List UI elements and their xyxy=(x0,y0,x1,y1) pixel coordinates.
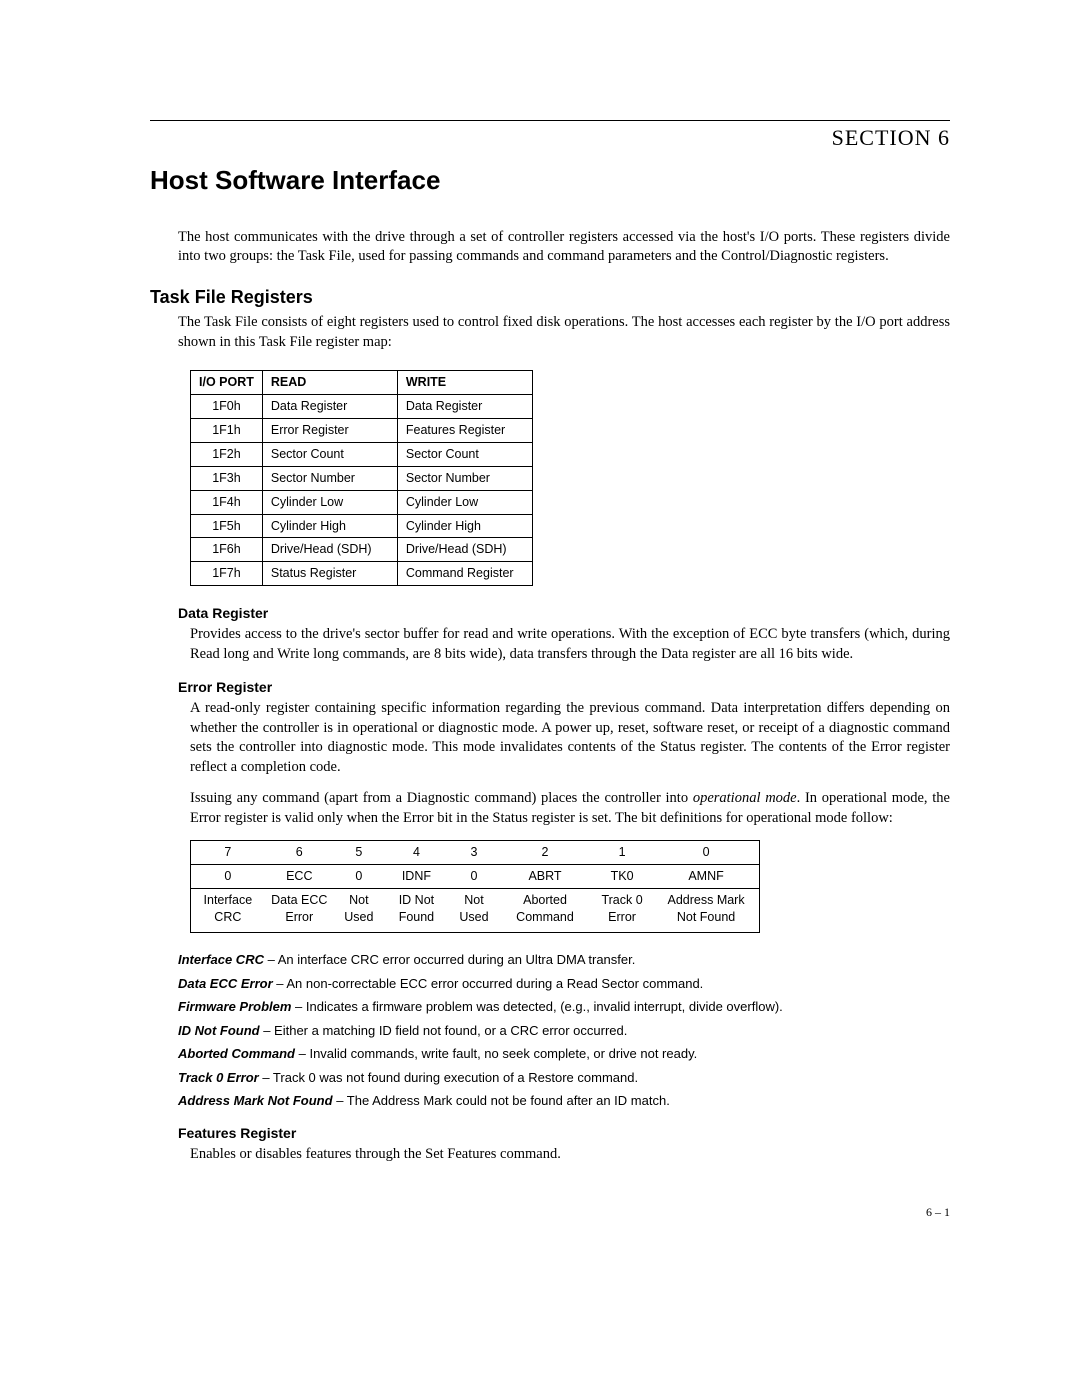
features-register-heading: Features Register xyxy=(178,1124,950,1143)
def-firmware: Firmware Problem – Indicates a firmware … xyxy=(178,998,950,1016)
features-register-body: Enables or disables features through the… xyxy=(190,1145,950,1165)
table-row: 1F7hStatus RegisterCommand Register xyxy=(191,562,533,586)
table-row: 1F6hDrive/Head (SDH)Drive/Head (SDH) xyxy=(191,538,533,562)
data-register-body: Provides access to the drive's sector bu… xyxy=(190,625,950,664)
page-footer: 6 – 1 xyxy=(150,1204,950,1220)
section-label: SECTION 6 xyxy=(150,123,950,153)
table-row: 1F3hSector NumberSector Number xyxy=(191,466,533,490)
table-row: 1F0hData RegisterData Register xyxy=(191,395,533,419)
def-amnf: Address Mark Not Found – The Address Mar… xyxy=(178,1092,950,1110)
def-data-ecc: Data ECC Error – An non-correctable ECC … xyxy=(178,975,950,993)
table-row: 1F4hCylinder LowCylinder Low xyxy=(191,490,533,514)
task-file-table: I/O PORT READ WRITE 1F0hData RegisterDat… xyxy=(190,370,533,586)
table-row: 1F2hSector CountSector Count xyxy=(191,442,533,466)
page-title: Host Software Interface xyxy=(150,163,950,198)
task-file-heading: Task File Registers xyxy=(150,285,950,309)
error-register-p2: Issuing any command (apart from a Diagno… xyxy=(190,789,950,828)
bit-num-row: 7 6 5 4 3 2 1 0 xyxy=(191,841,760,865)
intro-paragraph: The host communicates with the drive thr… xyxy=(178,228,950,267)
def-interface-crc: Interface CRC – An interface CRC error o… xyxy=(178,951,950,969)
table-row: 1F1hError RegisterFeatures Register xyxy=(191,419,533,443)
error-register-p1: A read-only register containing specific… xyxy=(190,699,950,777)
def-aborted: Aborted Command – Invalid commands, writ… xyxy=(178,1045,950,1063)
col-io-port: I/O PORT xyxy=(191,371,263,395)
table-header-row: I/O PORT READ WRITE xyxy=(191,371,533,395)
data-register-heading: Data Register xyxy=(178,604,950,623)
error-bit-table: 7 6 5 4 3 2 1 0 0 ECC 0 IDNF 0 ABRT TK0 … xyxy=(190,840,760,933)
error-register-heading: Error Register xyxy=(178,678,950,697)
table-row: 1F5hCylinder HighCylinder High xyxy=(191,514,533,538)
top-rule xyxy=(150,120,950,121)
def-id-not-found: ID Not Found – Either a matching ID fiel… xyxy=(178,1022,950,1040)
col-write: WRITE xyxy=(397,371,532,395)
def-track0: Track 0 Error – Track 0 was not found du… xyxy=(178,1069,950,1087)
col-read: READ xyxy=(262,371,397,395)
bit-desc-row: Interface CRC Data ECC Error Not Used ID… xyxy=(191,889,760,933)
task-file-intro: The Task File consists of eight register… xyxy=(178,313,950,352)
bit-code-row: 0 ECC 0 IDNF 0 ABRT TK0 AMNF xyxy=(191,865,760,889)
